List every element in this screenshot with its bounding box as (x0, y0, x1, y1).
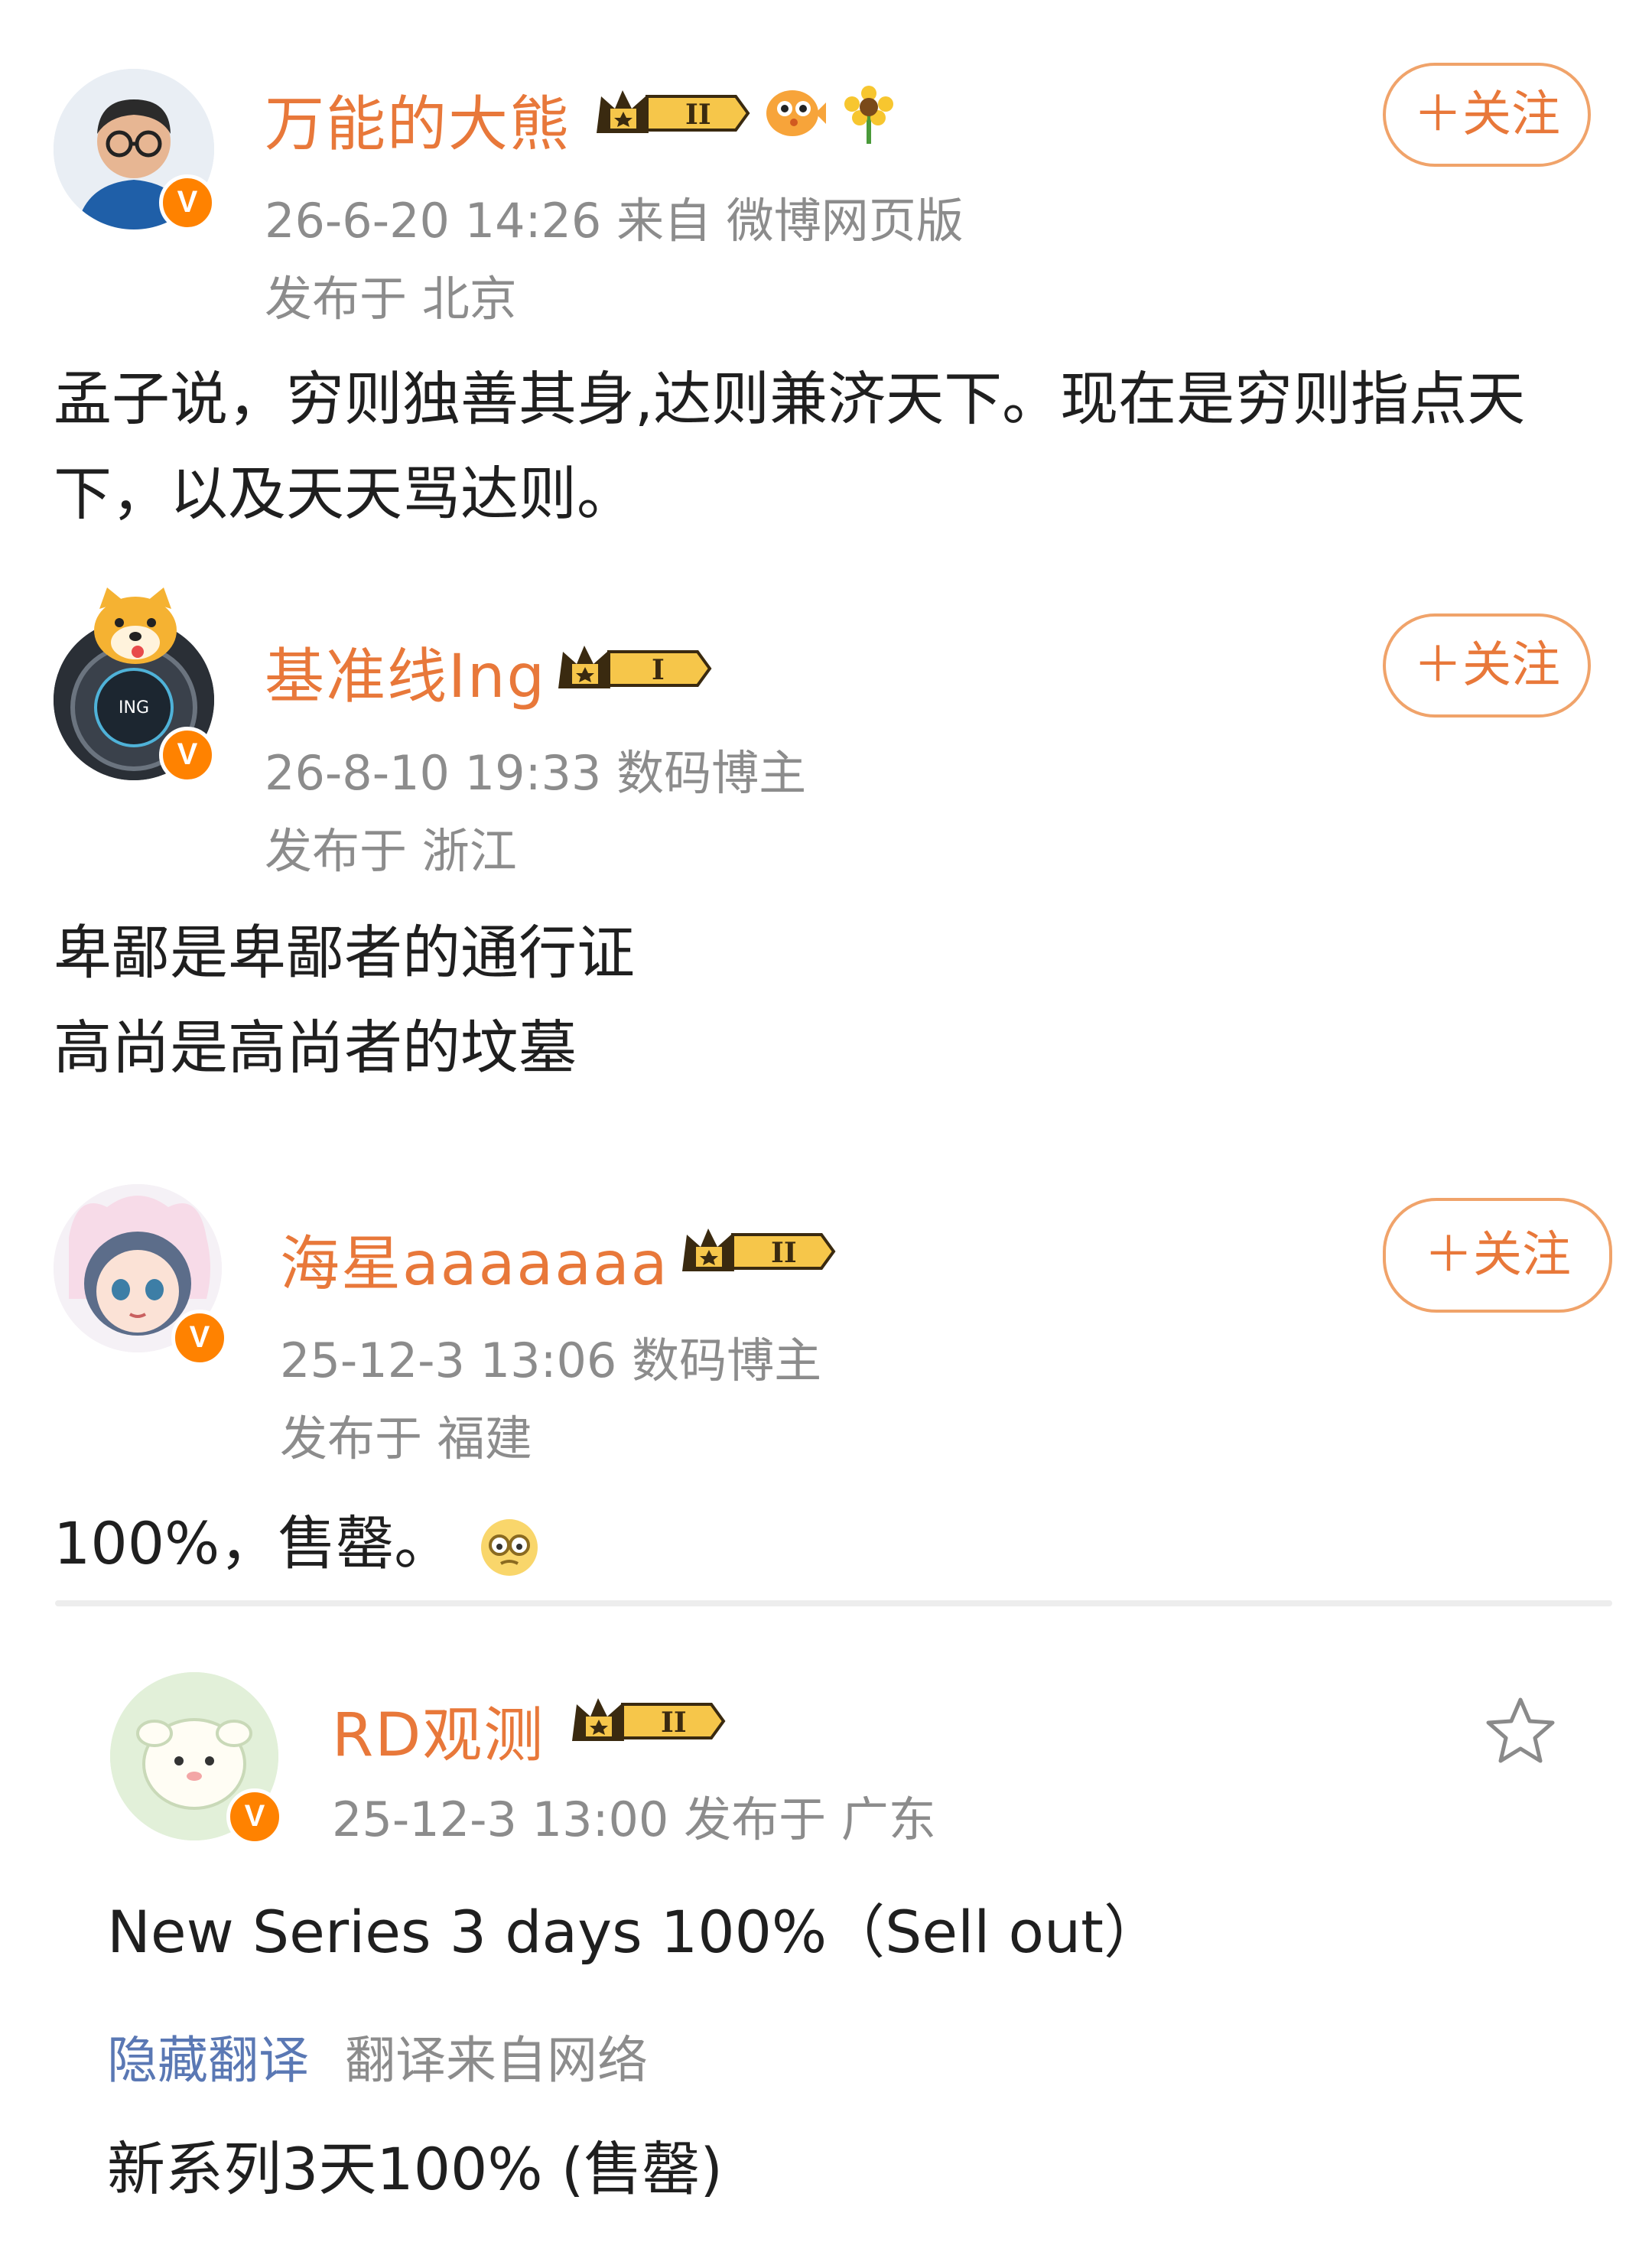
quoted-post-content: New Series 3 days 100%（Sell out） (107, 1898, 1162, 1966)
verified-icon: V (226, 1788, 283, 1845)
translation-text: 新系列3天100% (售罄) (107, 2135, 724, 2203)
hide-translation-link[interactable]: 隐藏翻译 (107, 2031, 309, 2090)
svg-text:II: II (661, 1707, 687, 1739)
post-meta: 25-12-3 13:00 发布于 广东 (332, 1792, 936, 1847)
quoted-post-card[interactable]: V RD观测 II 25-12-3 13:00 发布于 广东 New Serie… (0, 0, 1652, 2252)
translation-bar: 隐藏翻译 翻译来自网络 (107, 2019, 648, 2093)
star-icon[interactable] (1484, 1695, 1557, 1765)
username[interactable]: RD观测 (332, 1687, 545, 1773)
translation-source: 翻译来自网络 (344, 2031, 648, 2090)
crown-level-icon: II (572, 1698, 726, 1741)
